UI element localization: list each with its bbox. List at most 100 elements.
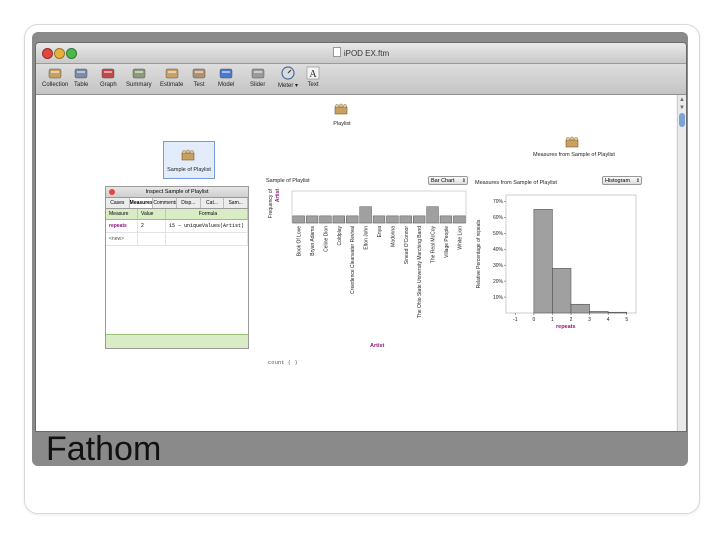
histogram-x-axis-label[interactable]: repeats xyxy=(556,324,576,330)
bar[interactable] xyxy=(319,215,332,224)
bar-graph-formula[interactable]: count ( ) xyxy=(268,359,298,366)
toolbar-table-button[interactable]: Table xyxy=(74,66,88,88)
toolbar-test-button[interactable]: Test xyxy=(192,66,206,88)
bar-graph-title: Sample of Playlist xyxy=(266,178,310,184)
dropdown-caret-icon: ⇕ xyxy=(461,178,466,184)
new-measure-value xyxy=(138,233,166,245)
new-measure-row[interactable]: <new> xyxy=(106,233,248,246)
histogram-y-tick: 30% xyxy=(493,263,504,269)
bar-category-label: Coldplay xyxy=(337,226,343,246)
histogram-x-tick: 4 xyxy=(607,317,610,323)
new-measure-formula[interactable] xyxy=(166,233,248,245)
bar[interactable] xyxy=(332,215,345,224)
histogram-x-tick: 5 xyxy=(625,317,628,323)
toolbar-meter-button[interactable]: Meter ▾ xyxy=(278,66,298,89)
measure-name[interactable]: repeats xyxy=(106,220,138,232)
playlist-collection-icon[interactable] xyxy=(334,103,348,115)
bar[interactable] xyxy=(346,215,359,224)
bar-category-label: Creedence Clearwater Revival xyxy=(350,226,356,294)
bar[interactable] xyxy=(399,215,412,224)
bar-category-label: Enya xyxy=(377,226,383,238)
inspector-window: Inspect Sample of Playlist Cases Measures… xyxy=(105,186,249,349)
bar[interactable] xyxy=(413,215,426,224)
scroll-up-icon[interactable]: ▲ xyxy=(679,97,685,103)
inspector-close-icon[interactable] xyxy=(109,189,115,195)
histogram-y-tick: 10% xyxy=(493,295,504,301)
new-measure-cell[interactable]: <new> xyxy=(106,233,138,245)
bar[interactable] xyxy=(439,215,453,224)
document-canvas[interactable]: Playlist Sample of Playlist Measures fro… xyxy=(36,95,676,431)
sample-collection-selected[interactable]: Sample of Playlist xyxy=(163,141,215,179)
vertical-scrollbar[interactable]: ▲ ▼ xyxy=(677,95,686,431)
histogram-y-axis-label: Relative Percentage of repeats xyxy=(476,219,482,288)
toolbar-label: Graph xyxy=(100,82,117,88)
bar-category-label: Bryan Adams xyxy=(310,226,316,256)
inspector-tab-sam[interactable]: Sam... xyxy=(224,198,249,208)
toolbar-label: Slider xyxy=(250,82,266,88)
toolbar-collection-button[interactable]: Collection xyxy=(42,66,68,88)
bar[interactable] xyxy=(386,215,399,224)
header-measure: Measure xyxy=(106,209,138,219)
inspector-tab-cat[interactable]: Cat... xyxy=(201,198,225,208)
histogram-x-tick: 2 xyxy=(570,317,573,323)
histogram-title: Measures from Sample of Playlist xyxy=(475,180,557,186)
bar[interactable] xyxy=(359,206,372,224)
inspector-tab-measures[interactable]: Measures xyxy=(129,198,154,208)
estimate-icon xyxy=(165,68,178,79)
histogram-bar[interactable] xyxy=(552,268,572,314)
measures-collection-label: Measures from Sample of Playlist xyxy=(533,152,615,158)
window-titlebar: iPOD EX.ftm xyxy=(36,43,686,64)
histogram-y-tick: 70% xyxy=(493,199,504,205)
bar-graph-x-axis-label[interactable]: Artist xyxy=(370,343,384,349)
bar[interactable] xyxy=(453,215,466,224)
test-icon xyxy=(192,68,206,79)
bar[interactable] xyxy=(292,215,305,224)
histogram-x-tick: -1 xyxy=(513,317,518,323)
toolbar: Collection Table Graph Summary Estimate Test M… xyxy=(36,64,686,95)
graph-icon xyxy=(102,68,115,79)
toolbar-graph-button[interactable]: Graph xyxy=(100,66,117,88)
histogram-bar[interactable] xyxy=(533,209,553,314)
scrollbar-thumb[interactable] xyxy=(679,113,685,127)
scroll-down-icon[interactable]: ▼ xyxy=(679,105,685,111)
bar-chart[interactable]: Book Of Love Bryan Adams Celine Dion Coldpl… xyxy=(264,187,474,357)
toolbar-label: Collection xyxy=(42,82,69,88)
toolbar-label: Test xyxy=(193,82,205,88)
bar-category-label: Elton John xyxy=(364,226,370,250)
bar[interactable] xyxy=(372,215,386,224)
bar-category-label: The Real McCoy xyxy=(431,226,437,264)
sample-collection-label: Sample of Playlist xyxy=(167,167,211,173)
histogram-bar[interactable] xyxy=(570,303,590,314)
histogram-chart[interactable]: 10% 20% 30% 40% 50% 60% 70% -1 0 1 2 3 4 5 Relative Pe… xyxy=(472,187,644,335)
histogram-x-tick: 0 xyxy=(532,317,535,323)
measure-row[interactable]: repeats 2 15 − uniqueValues(Artist) xyxy=(106,220,248,233)
svg-text:A: A xyxy=(309,69,317,80)
histogram-bar[interactable] xyxy=(607,311,627,314)
collection-icon xyxy=(48,68,62,79)
histogram-type-dropdown[interactable]: Histogram ⇕ xyxy=(602,176,642,185)
histogram-y-tick: 50% xyxy=(493,231,504,237)
toolbar-model-button[interactable]: Model xyxy=(218,66,234,88)
graph-type-dropdown[interactable]: Bar Chart ⇕ xyxy=(428,176,468,185)
toolbar-estimate-button[interactable]: Estimate xyxy=(160,66,183,88)
inspector-tab-disp[interactable]: Disp... xyxy=(177,198,201,208)
histogram-x-tick: 1 xyxy=(551,317,554,323)
bar-category-label: White Lion xyxy=(457,226,463,250)
measures-collection-icon[interactable] xyxy=(565,136,579,148)
inspector-tab-comments[interactable]: Comments xyxy=(153,198,178,208)
bar[interactable] xyxy=(426,206,439,224)
toolbar-text-button[interactable]: A Text xyxy=(306,66,320,88)
toolbar-label: Summary xyxy=(126,82,152,88)
toolbar-summary-button[interactable]: Summary xyxy=(126,66,152,88)
bar-category-label: Madonna xyxy=(390,226,396,247)
toolbar-label: Meter ▾ xyxy=(278,83,299,89)
model-icon xyxy=(219,68,233,79)
histogram-y-tick: 60% xyxy=(493,215,504,221)
toolbar-slider-button[interactable]: Slider xyxy=(250,66,265,88)
bar-y-axis-label: Frequency of xyxy=(268,188,274,218)
inspector-tab-cases[interactable]: Cases xyxy=(106,198,130,208)
table-icon xyxy=(74,68,88,79)
measure-formula[interactable]: 15 − uniqueValues(Artist) xyxy=(166,220,248,232)
bar[interactable] xyxy=(305,215,319,224)
histogram-bar[interactable] xyxy=(589,311,609,314)
